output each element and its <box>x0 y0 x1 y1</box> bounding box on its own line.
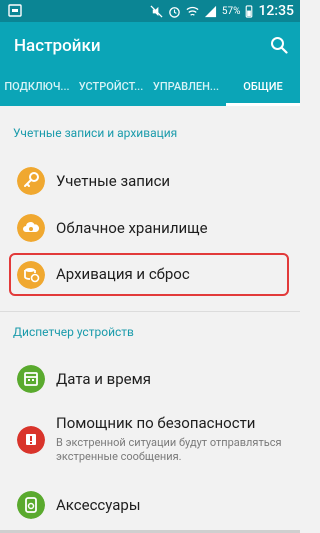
search-icon[interactable] <box>270 36 288 54</box>
active-tab-indicator <box>226 103 300 106</box>
clock: 12:35 <box>258 3 294 19</box>
list-item-sublabel: В экстренной ситуации будут отправляться… <box>56 436 282 463</box>
divider <box>0 311 300 312</box>
tab-management[interactable]: УПРАВЛЕН... <box>148 72 224 106</box>
status-bar: 57% 12:35 <box>0 0 300 22</box>
tab-bar: ПОДКЛЮЧ... УСТРОЙСТ... УПРАВЛЕН... ОБЩИЕ <box>0 72 300 106</box>
mute-icon <box>150 4 163 18</box>
list-item-accounts[interactable]: Учетные записи <box>0 160 300 204</box>
tab-general[interactable]: ОБЩИЕ <box>226 72 300 106</box>
accessory-icon <box>17 491 45 519</box>
list-item-safety-assistance[interactable]: Помощник по безопасности В экстренной си… <box>0 410 300 476</box>
emergency-icon <box>17 426 45 454</box>
section-header-device-manager: Диспетчер устройств <box>13 325 134 339</box>
highlight-box <box>9 253 289 296</box>
page-title: Настройки <box>14 36 101 56</box>
alarm-icon <box>169 6 180 18</box>
list-item-date-time[interactable]: Дата и время <box>0 358 300 402</box>
key-icon <box>17 167 45 195</box>
cloud-icon <box>17 214 45 242</box>
battery-icon <box>246 4 253 18</box>
app-bar: Настройки <box>0 22 300 72</box>
list-item-cloud-storage[interactable]: Облачное хранилище <box>0 207 300 251</box>
notification-icon <box>8 4 22 17</box>
section-header-accounts: Учетные записи и архивация <box>13 126 178 140</box>
battery-percent: 57% <box>221 5 241 17</box>
tab-connections[interactable]: ПОДКЛЮЧ... <box>0 72 74 106</box>
tab-device[interactable]: УСТРОЙСТ... <box>74 72 148 106</box>
list-item-accessories[interactable]: Аксессуары <box>0 484 300 528</box>
signal-icon <box>204 5 216 17</box>
calendar-icon <box>17 365 45 393</box>
wifi-icon <box>186 6 199 16</box>
